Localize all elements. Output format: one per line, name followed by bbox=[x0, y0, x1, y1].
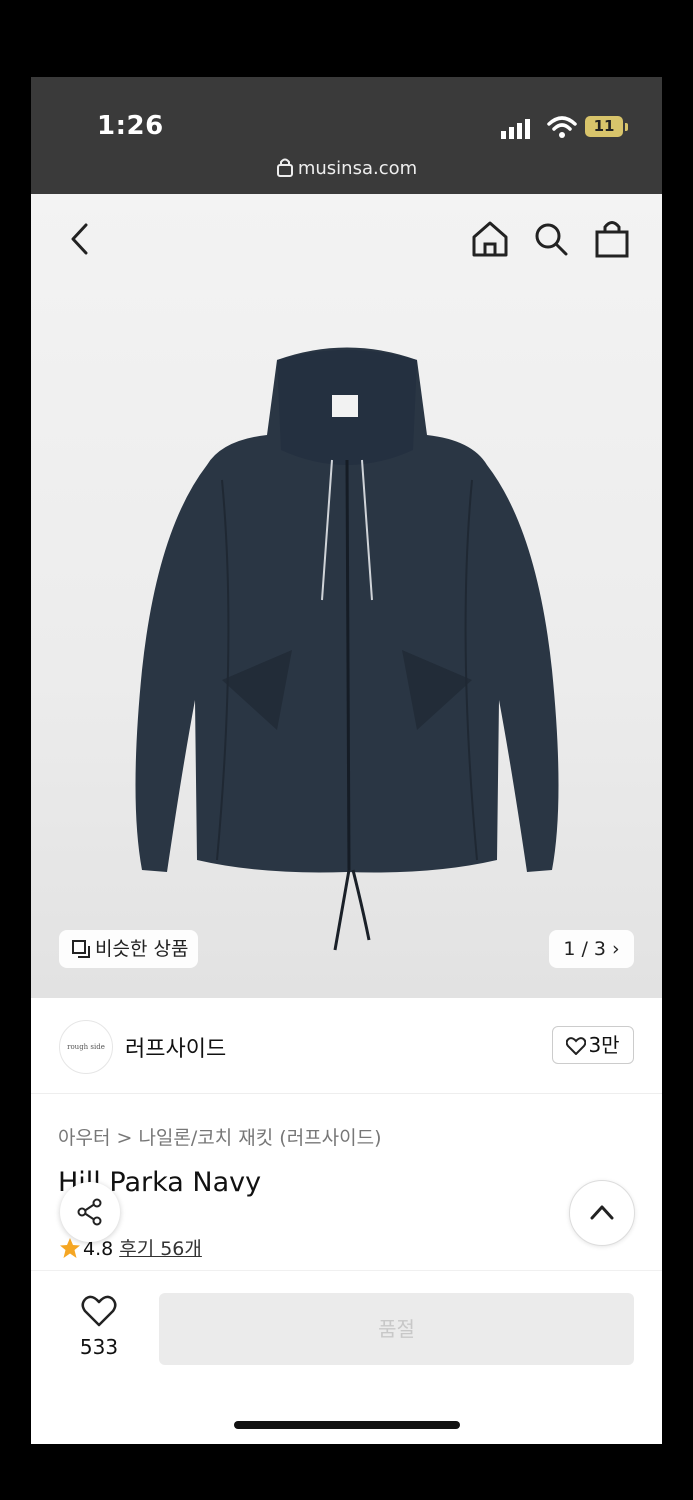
wishlist-count: 533 bbox=[79, 1335, 119, 1359]
home-indicator[interactable] bbox=[234, 1421, 460, 1429]
similar-products-label: 비슷한 상품 bbox=[95, 938, 189, 960]
share-icon bbox=[77, 1198, 102, 1226]
status-bar: 1:26 11 musinsa.com bbox=[31, 77, 662, 194]
cellular-signal-icon bbox=[501, 119, 530, 139]
home-icon[interactable] bbox=[471, 220, 509, 258]
brand-name[interactable]: 러프사이드 bbox=[125, 1031, 226, 1063]
gallery-pager-text: 1 / 3 bbox=[563, 938, 606, 960]
scroll-top-button[interactable] bbox=[569, 1180, 635, 1246]
gallery-pager[interactable]: 1 / 3 › bbox=[549, 930, 634, 968]
shopping-bag-icon[interactable] bbox=[594, 218, 630, 258]
wifi-icon bbox=[547, 116, 577, 138]
similar-products-button[interactable]: 비슷한 상품 bbox=[59, 930, 199, 968]
sold-out-button[interactable]: 품절 bbox=[159, 1293, 634, 1365]
chevron-right-icon: › bbox=[612, 938, 620, 960]
bottom-action-bar: 533 품절 bbox=[31, 1270, 662, 1444]
url-bar[interactable]: musinsa.com bbox=[31, 157, 662, 179]
heart-icon bbox=[566, 1037, 587, 1056]
url-text: musinsa.com bbox=[297, 158, 418, 179]
lock-icon bbox=[276, 158, 293, 177]
phone-screen: 1:26 11 musinsa.com 비슷한 상품 1 / 3 › rough… bbox=[31, 77, 662, 1444]
category-breadcrumb[interactable]: 아우터 > 나일론/코치 재킷 (러프사이드) bbox=[58, 1123, 382, 1150]
star-icon bbox=[60, 1238, 80, 1258]
product-image-gallery[interactable]: 비슷한 상품 1 / 3 › bbox=[31, 194, 662, 998]
brand-logo[interactable]: rough side bbox=[59, 1020, 113, 1074]
product-photo-jacket bbox=[135, 347, 559, 951]
heart-outline-icon bbox=[81, 1295, 117, 1327]
similar-items-icon bbox=[72, 940, 90, 958]
search-icon[interactable] bbox=[533, 221, 569, 257]
brand-row[interactable]: rough side 러프사이드 3만 bbox=[31, 998, 662, 1094]
chevron-up-icon bbox=[590, 1205, 614, 1220]
review-count-link[interactable]: 후기 56개 bbox=[119, 1238, 202, 1260]
brand-like-button[interactable]: 3만 bbox=[552, 1026, 634, 1064]
brand-like-count: 3만 bbox=[588, 1033, 620, 1057]
wishlist-button[interactable]: 533 bbox=[71, 1295, 127, 1359]
share-button[interactable] bbox=[60, 1182, 120, 1242]
battery-indicator: 11 bbox=[585, 116, 623, 137]
battery-tip bbox=[625, 123, 628, 131]
status-time: 1:26 bbox=[97, 111, 164, 141]
back-arrow-icon[interactable] bbox=[69, 222, 91, 256]
